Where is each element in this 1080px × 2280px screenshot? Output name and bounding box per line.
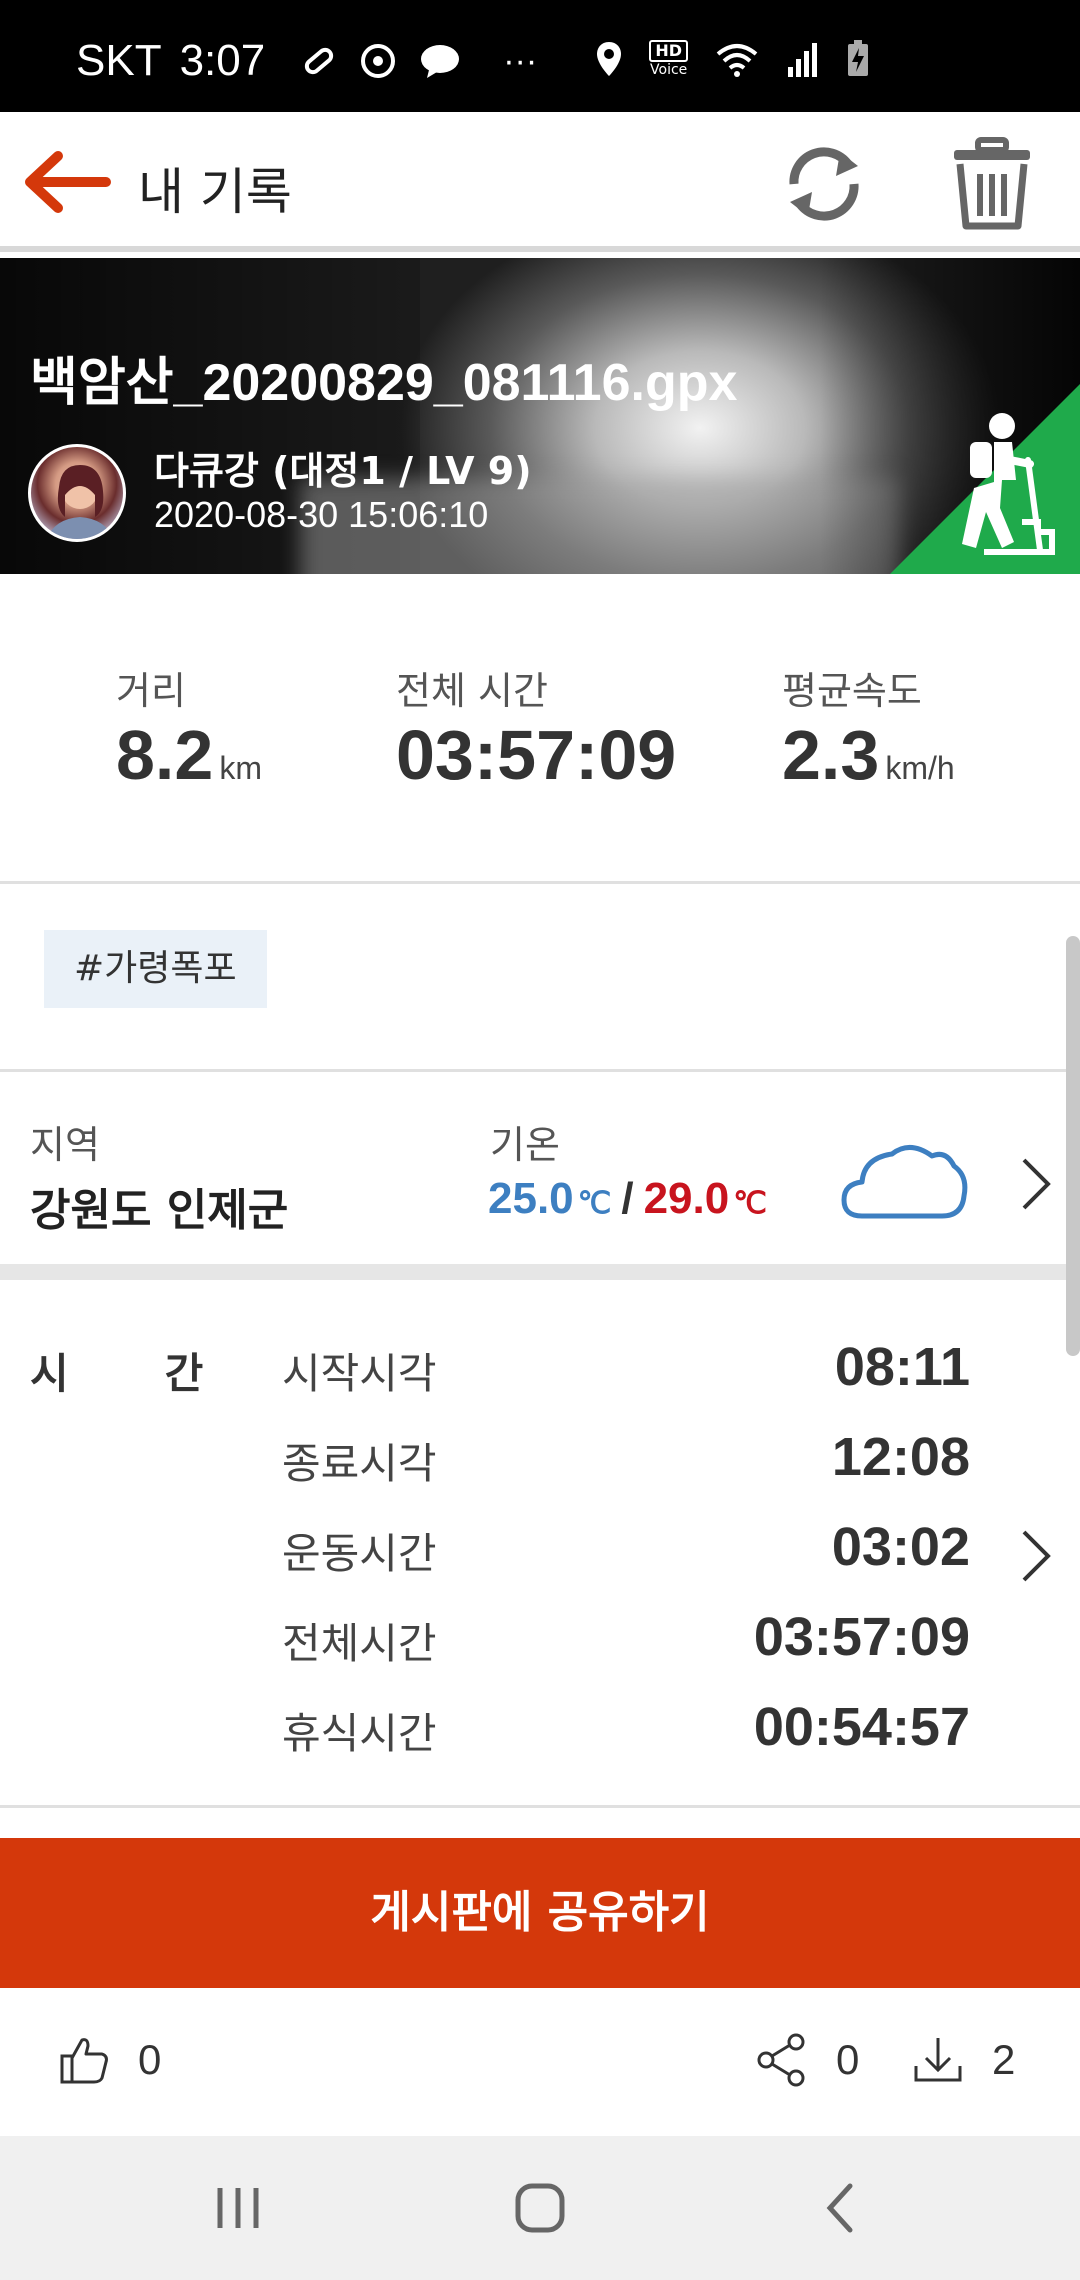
time-row-total: 전체시간 03:57:09 <box>0 1598 1080 1688</box>
download-icon <box>914 2038 962 2082</box>
total-time-label: 전체 시간 <box>396 669 548 713</box>
time-row-start: 시작시각 08:11 <box>0 1328 1080 1418</box>
battery-icon <box>848 40 868 76</box>
voice-label: Voice <box>650 62 688 78</box>
record-header: 백암산_20200829_081116.gpx 다큐강 (대정1 / LV 9)… <box>0 258 1080 574</box>
temperature-high-value: 29.0 <box>643 1174 730 1223</box>
chevron-right-icon <box>1022 1530 1051 1582</box>
avatar[interactable] <box>28 444 126 542</box>
region-label: 지역 <box>30 1123 100 1167</box>
rest-time-value: 00:54:57 <box>753 1697 970 1757</box>
moving-time-label: 운동시간 <box>282 1529 437 1578</box>
stat-total-time: 전체 시간 03:57:09 <box>396 660 676 795</box>
aperture-icon <box>361 44 396 78</box>
distance-unit: km <box>219 750 262 786</box>
hd-label: HD <box>649 40 688 62</box>
pill-icon <box>305 47 334 75</box>
back-button[interactable] <box>22 150 112 214</box>
status-bar: SKT 3:07 ··· HD Voice <box>0 0 1080 112</box>
hiking-icon <box>890 384 1080 574</box>
clock: 3:07 <box>179 36 266 85</box>
app-bar: 내 기록 <box>0 112 1080 252</box>
stat-distance: 거리 8.2 km <box>116 660 262 795</box>
time-row-end: 종료시각 12:08 <box>0 1418 1080 1508</box>
avg-speed-value-row: 2.3 km/h <box>782 715 955 795</box>
temperature-high-unit: ℃ <box>733 1187 767 1220</box>
talk-icon <box>421 45 460 78</box>
summary-stats: 거리 8.2 km 전체 시간 03:57:09 평균속도 2.3 km/h <box>0 574 1080 884</box>
status-right: HD Voice <box>595 40 870 78</box>
temperature-high: 29.0 ℃ <box>644 1174 767 1223</box>
temperature-low: 25.0 ℃ <box>488 1174 611 1223</box>
action-bar: 0 0 2 <box>0 1994 1080 2136</box>
location-icon <box>597 42 622 76</box>
temperature-low-value: 25.0 <box>488 1174 574 1223</box>
total-time-value: 03:57:09 <box>396 716 677 794</box>
trash-icon <box>954 137 1030 230</box>
tag-list: #가령폭포 <box>0 886 1080 1072</box>
status-left: SKT 3:07 ··· <box>76 36 537 86</box>
tag-chip[interactable]: #가령폭포 <box>44 930 267 1008</box>
home-icon[interactable] <box>508 2176 572 2240</box>
total-time-row-label: 전체시간 <box>282 1619 437 1668</box>
carrier-label: SKT <box>76 36 162 85</box>
signal-icon <box>788 43 817 77</box>
distance-value: 8.2 <box>116 716 214 794</box>
download-button[interactable]: 2 <box>910 2032 1015 2088</box>
share-to-board-button[interactable]: 게시판에 공유하기 <box>0 1838 1080 1988</box>
wifi-icon <box>716 44 758 77</box>
record-file-name: 백암산_20200829_081116.gpx <box>30 354 738 412</box>
temperature-value: 25.0 ℃/29.0 ℃ <box>488 1174 767 1224</box>
page-title: 내 기록 <box>138 163 292 221</box>
end-time-label: 종료시각 <box>282 1439 437 1488</box>
region-weather-row[interactable]: 지역 강원도 인제군 기온 25.0 ℃/29.0 ℃ <box>0 1074 1080 1280</box>
record-datetime: 2020-08-30 15:06:10 <box>154 494 489 535</box>
stat-avg-speed: 평균속도 2.3 km/h <box>782 660 955 795</box>
time-details[interactable]: 시간 시작시각 08:11 종료시각 12:08 운동시간 03:02 전체시간… <box>0 1296 1080 1808</box>
temperature-label: 기온 <box>490 1123 560 1167</box>
distance-label: 거리 <box>116 669 186 713</box>
download-count: 2 <box>992 2036 1016 2083</box>
share-icon <box>757 2033 805 2087</box>
time-row-rest: 휴식시간 00:54:57 <box>0 1688 1080 1778</box>
region-value: 강원도 인제군 <box>30 1185 289 1236</box>
temperature-separator: / <box>621 1174 634 1223</box>
system-nav-bar <box>0 2136 1080 2280</box>
scrollbar[interactable] <box>1066 936 1080 1356</box>
temperature-low-unit: ℃ <box>577 1187 612 1220</box>
refresh-button[interactable] <box>778 138 870 230</box>
avg-speed-value: 2.3 <box>782 716 880 794</box>
more-notifications: ··· <box>503 41 538 80</box>
share-button[interactable]: 0 <box>754 2032 859 2088</box>
recent-apps-icon[interactable] <box>206 2176 270 2240</box>
rest-time-label: 휴식시간 <box>282 1709 437 1758</box>
distance-value-row: 8.2 km <box>116 715 262 795</box>
time-row-moving: 운동시간 03:02 <box>0 1508 1080 1598</box>
thumbs-up-icon <box>60 2038 108 2084</box>
avg-speed-label: 평균속도 <box>782 669 922 713</box>
share-count: 0 <box>836 2036 860 2083</box>
end-time-value: 12:08 <box>831 1427 970 1487</box>
delete-button[interactable] <box>950 136 1034 232</box>
like-count: 0 <box>138 2036 162 2083</box>
total-time-row-value: 03:57:09 <box>753 1607 970 1667</box>
moving-time-value: 03:02 <box>831 1517 970 1577</box>
back-arrow-icon <box>25 151 111 213</box>
start-time-label: 시작시각 <box>282 1349 437 1398</box>
refresh-icon <box>789 147 859 221</box>
user-name: 다큐강 (대정1 / LV 9) <box>154 449 532 493</box>
notification-icons: ··· <box>301 42 537 81</box>
start-time-value: 08:11 <box>834 1337 970 1397</box>
hd-voice-icon: HD Voice <box>649 40 688 78</box>
back-nav-icon[interactable] <box>810 2176 874 2240</box>
like-button[interactable]: 0 <box>56 2032 161 2088</box>
avg-speed-unit: km/h <box>885 750 955 786</box>
chevron-right-icon <box>1022 1158 1051 1210</box>
cloud-icon <box>841 1145 968 1219</box>
